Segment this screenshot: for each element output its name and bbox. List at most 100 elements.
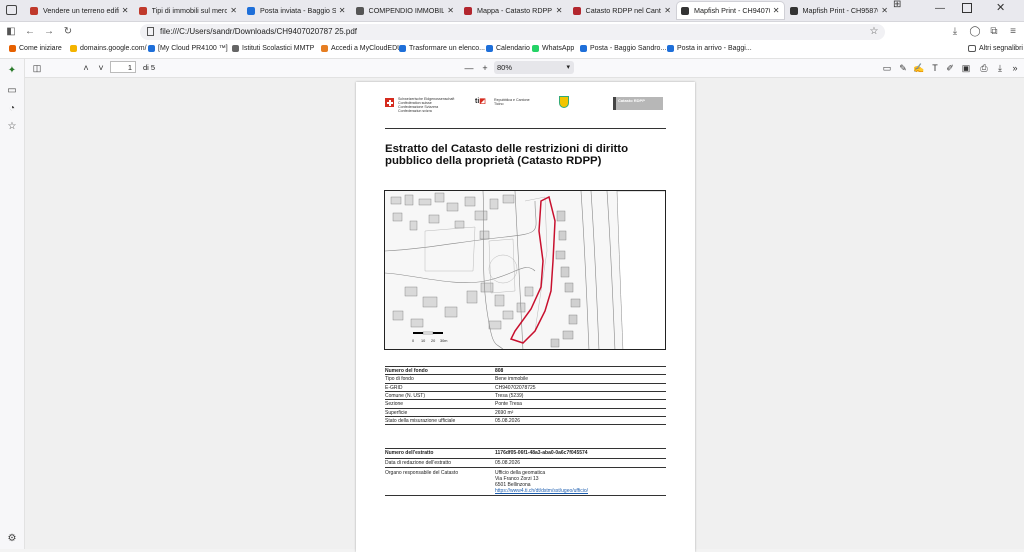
tab-close-icon[interactable]: ✕	[664, 6, 671, 15]
sidebar-toggle-icon[interactable]: ◧	[5, 26, 17, 38]
bookmark-item[interactable]: domains.google.com/	[70, 45, 147, 52]
account-icon[interactable]: ◯	[969, 26, 981, 38]
organo-link[interactable]: https://www4.ti.ch/dt/dstm/sst/ugeo/uffi…	[495, 488, 588, 494]
browser-tab[interactable]: Catasto RDPP nel Canton T✕	[569, 2, 676, 19]
bookmarks-sidebar-icon[interactable]: ☆	[6, 121, 18, 133]
save-icon[interactable]: ⤓	[994, 62, 1006, 74]
tab-favicon-icon	[572, 6, 581, 15]
forward-button[interactable]: →	[43, 26, 55, 38]
bookmark-favicon-icon	[667, 45, 674, 52]
bookmark-item[interactable]: Calendario	[486, 45, 530, 52]
ticino-logo: ti◩	[475, 98, 486, 105]
organo-rule	[385, 495, 666, 496]
tab-close-icon[interactable]: ✕	[122, 6, 129, 15]
bookmark-item[interactable]: Trasformare un elenco...	[399, 45, 485, 52]
browser-tab[interactable]: COMPENDIO IMMOBILIARE✕	[352, 2, 459, 19]
bookmark-favicon-icon	[321, 45, 328, 52]
bookmark-item[interactable]: Posta - Baggio Sandro...	[580, 45, 666, 52]
highlight-icon[interactable]: ✎	[897, 62, 909, 74]
draw-icon[interactable]: ✐	[944, 62, 956, 74]
print-icon[interactable]: ⎙	[978, 62, 990, 74]
next-page-button[interactable]: ˅	[95, 62, 107, 74]
browser-tab[interactable]: Posta inviata - Baggio Sand✕	[243, 2, 350, 19]
tab-favicon-icon	[247, 6, 255, 15]
window-maximize-button[interactable]	[962, 3, 972, 13]
tab-close-icon[interactable]: ✕	[881, 6, 888, 15]
back-button[interactable]: ←	[24, 26, 36, 38]
bookmark-star-icon[interactable]: ☆	[868, 26, 880, 38]
page-number-input[interactable]: 1	[110, 61, 136, 73]
bookmark-item[interactable]: WhatsApp	[532, 45, 574, 52]
cadastral-map	[384, 190, 666, 350]
bookmark-favicon-icon	[9, 45, 16, 52]
history-icon[interactable]: ◔	[6, 103, 18, 115]
settings-gear-icon[interactable]: ⚙	[6, 533, 18, 545]
tab-close-icon[interactable]: ✕	[447, 6, 454, 15]
bookmark-item[interactable]: Accedi a MyCloudEDU	[321, 45, 402, 52]
table-row-value: 05.08.2026	[495, 417, 521, 424]
tab-title: Posta inviata - Baggio Sand	[260, 6, 336, 15]
page-count: di 5	[143, 63, 156, 72]
window-minimize-button[interactable]: —	[935, 3, 945, 14]
tab-title: Vendere un terreno edificab	[43, 6, 119, 15]
bookmark-item[interactable]: Istituti Scolastici MMTP	[232, 45, 314, 52]
table-row-value: Bene immobile	[495, 376, 529, 383]
municipality-crest-logo	[559, 96, 569, 108]
pdf-sidebar-toggle-icon[interactable]: ◫	[31, 62, 43, 74]
bookmark-item[interactable]: Posta in arrivo - Baggi...	[667, 45, 752, 52]
tab-title: Mapfish Print - CH9407020	[694, 6, 770, 15]
browser-tab[interactable]: Mappa - Catasto RDPP (DT)✕	[460, 2, 567, 19]
tab-close-icon[interactable]: ✕	[556, 6, 563, 15]
tab-favicon-icon	[30, 6, 38, 15]
bookmark-label: Come iniziare	[19, 45, 62, 52]
more-tools-icon[interactable]: »	[1009, 62, 1021, 74]
bookmark-item[interactable]: [My Cloud PR4100 ™]	[148, 45, 228, 52]
table-row-label: Numero del fondo	[385, 368, 428, 374]
pdf-page: Schweizerische Eidgenossenschaft Confédé…	[356, 82, 695, 552]
other-bookmarks[interactable]: Altri segnalibri	[968, 45, 1023, 52]
window-close-button[interactable]: ✕	[996, 1, 1005, 14]
bookmark-label: Accedi a MyCloudEDU	[331, 45, 403, 52]
new-tab-grid-icon[interactable]: ⊞	[893, 0, 905, 10]
browser-tab[interactable]: Vendere un terreno edificab✕	[26, 2, 133, 19]
zoom-out-button[interactable]: —	[463, 62, 475, 74]
zoom-in-button[interactable]: +	[479, 62, 491, 74]
browser-tab[interactable]: Mapfish Print - CH9587020✕	[786, 2, 893, 19]
comment-icon[interactable]: ▭	[881, 62, 893, 74]
bookmark-favicon-icon	[70, 45, 77, 52]
tabs-sidebar-icon[interactable]: ▭	[6, 85, 18, 97]
ai-sparkle-icon[interactable]: ✦	[6, 65, 18, 77]
table-rule	[385, 415, 666, 417]
bookmark-label: [My Cloud PR4100 ™]	[158, 45, 228, 52]
ticino-text: Repubblica e Cantone Ticino	[494, 98, 530, 106]
table-rule	[385, 457, 666, 459]
extensions-icon[interactable]: ⧉	[988, 26, 1000, 38]
tab-close-icon[interactable]: ✕	[339, 6, 346, 15]
tab-favicon-icon	[464, 6, 472, 15]
table-row-label: Sezione	[385, 401, 404, 408]
address-url: file:///C:/Users/sandr/Downloads/CH94070…	[160, 27, 357, 36]
browser-tab[interactable]: Tipi di immobili sul mercato✕	[135, 2, 242, 19]
tab-close-icon[interactable]: ✕	[230, 6, 237, 15]
document-title: Estratto del Catasto delle restrizioni d…	[385, 143, 629, 167]
downloads-icon[interactable]: ⤓	[949, 26, 961, 38]
table-rule	[385, 382, 666, 384]
bookmark-favicon-icon	[232, 45, 239, 52]
bookmark-label: Istituti Scolastici MMTP	[242, 45, 315, 52]
scale-label-30: 30m	[440, 339, 448, 343]
table-rule	[385, 424, 666, 426]
previous-page-button[interactable]: ˄	[80, 62, 92, 74]
text-icon[interactable]: T	[929, 62, 941, 74]
table-row-label: Stato della misurazione ufficiale	[385, 417, 456, 424]
zoom-select[interactable]: 80% ▾	[494, 61, 574, 74]
tab-overview-icon[interactable]	[6, 5, 17, 15]
table-row-label: Numero dell'estratto	[385, 450, 434, 456]
image-icon[interactable]: ▣	[960, 62, 972, 74]
tab-close-icon[interactable]: ✕	[773, 6, 780, 15]
menu-icon[interactable]: ≡	[1007, 26, 1019, 38]
reload-button[interactable]: ↻	[62, 26, 74, 38]
browser-tab[interactable]: Mapfish Print - CH9407020✕	[677, 2, 784, 19]
signature-icon[interactable]: ✍	[913, 62, 925, 74]
bookmark-item[interactable]: Come iniziare	[9, 45, 62, 52]
table-row-label: E-GRID	[385, 384, 403, 391]
